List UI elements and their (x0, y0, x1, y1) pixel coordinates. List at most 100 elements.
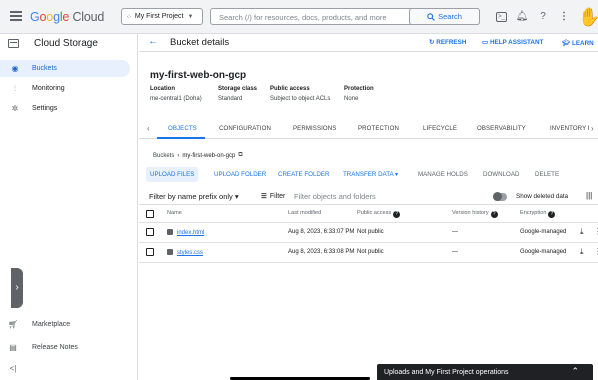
chevron-left-icon[interactable]: ‹ (147, 124, 150, 133)
top-bar: Google Cloud ⁘ My First Project ▼ Search… (0, 0, 598, 34)
select-all-checkbox[interactable] (146, 210, 154, 218)
chevron-right-icon[interactable]: › (591, 124, 594, 133)
search-button[interactable]: Search (409, 8, 480, 25)
chevron-up-icon[interactable]: ⌃ (571, 366, 579, 377)
storage-icon (8, 38, 19, 48)
filter-button[interactable]: ☰ Filter (261, 192, 285, 201)
table-row[interactable]: styles.css Aug 8, 2023, 6:33:08 PM Not p… (139, 243, 598, 263)
main-content: ← Bucket details ↻ REFRESH ▭ HELP ASSISTAN… (139, 34, 598, 380)
row-checkbox[interactable] (146, 248, 154, 256)
file-name-cell: styles.css (167, 249, 203, 256)
collapse-menu-button[interactable]: <| (0, 359, 138, 377)
help-icon[interactable]: ? (548, 211, 556, 218)
file-icon (167, 249, 173, 255)
transfer-data-button[interactable]: TRANSFER DATA ▾ (343, 171, 398, 178)
action-bar: UPLOAD FILES UPLOAD FOLDER CREATE FOLDER… (139, 167, 598, 182)
row-checkbox[interactable] (146, 228, 154, 236)
filter-bar: Filter by name prefix only ▾ ☰ Filter Fil… (139, 189, 598, 205)
sidebar-item-buckets[interactable]: ◉ Buckets (0, 60, 130, 77)
project-name: My First Project (134, 13, 184, 20)
tab-bar: ‹ OBJECTS CONFIGURATION PERMISSIONS PROT… (139, 120, 598, 139)
bucket-icon: ◉ (11, 64, 19, 73)
marketplace-icon: 🛒︎ (8, 319, 19, 329)
operations-panel-bar[interactable]: Uploads and My First Project operations … (377, 364, 593, 380)
col-name[interactable]: Name (167, 210, 182, 216)
upload-folder-button[interactable]: UPLOAD FOLDER (214, 171, 266, 178)
collapse-icon: <| (9, 363, 17, 373)
delete-button[interactable]: DELETE (535, 171, 559, 178)
chevron-right-icon: › (177, 152, 180, 159)
col-encryption[interactable]: Encryption? (520, 210, 556, 218)
tab-inventory[interactable]: INVENTORY I (550, 125, 590, 132)
info-public-access: Public access Subject to object ACLs (270, 86, 331, 102)
file-link[interactable]: index.html (177, 230, 204, 236)
table-row[interactable]: index.html Aug 8, 2023, 6:33:07 PM Not p… (139, 223, 598, 243)
file-icon (167, 229, 173, 235)
active-tab-indicator (157, 137, 205, 139)
create-folder-button[interactable]: CREATE FOLDER (278, 171, 329, 178)
help-assistant-button[interactable]: ▭ HELP ASSISTANT (482, 39, 543, 46)
sidebar-item-settings[interactable]: ✲ Settings (0, 100, 138, 117)
cloud-shell-icon[interactable]: >_ (496, 12, 507, 22)
file-name-cell: index.html (167, 229, 204, 236)
tab-protection[interactable]: PROTECTION (358, 125, 399, 132)
help-icon[interactable]: ? (536, 10, 550, 24)
col-public-access[interactable]: Public access? (357, 210, 401, 218)
upload-files-button[interactable]: UPLOAD FILES (146, 167, 199, 182)
search-placeholder: Search (/) for resources, docs, products… (219, 13, 387, 22)
show-deleted-label: Show deleted data (516, 193, 569, 200)
refresh-icon: ↻ (429, 39, 435, 46)
file-link[interactable]: styles.css (177, 250, 203, 256)
back-arrow-icon[interactable]: ← (148, 36, 158, 47)
col-version-history[interactable]: Version history? (452, 210, 498, 218)
copy-icon[interactable]: ⧉ (238, 152, 242, 159)
tab-lifecycle[interactable]: LIFECYCLE (423, 125, 457, 132)
avatar[interactable]: ✋ (578, 5, 598, 29)
sidebar-item-marketplace[interactable]: 🛒︎ Marketplace (0, 315, 138, 333)
density-icon[interactable]: ||| (586, 191, 592, 200)
bucket-name: my-first-web-on-gcp (150, 70, 247, 81)
tab-permissions[interactable]: PERMISSIONS (293, 125, 336, 132)
monitoring-icon: ⫶ (14, 83, 16, 93)
project-icon: ⁘ (126, 13, 132, 21)
left-nav: Cloud Storage ◉ Buckets ⫶ Monitoring ✲ S… (0, 34, 138, 380)
more-vert-icon[interactable]: ⋮ (594, 247, 598, 256)
manage-holds-button[interactable]: MANAGE HOLDS (418, 171, 468, 178)
download-icon[interactable]: ⤓ (580, 227, 584, 237)
filter-input[interactable]: Filter objects and folders (294, 192, 376, 201)
breadcrumb-buckets[interactable]: Buckets (153, 153, 174, 159)
nav-title: Cloud Storage (34, 37, 98, 49)
download-button[interactable]: DOWNLOAD (483, 171, 519, 178)
refresh-button[interactable]: ↻ REFRESH (429, 39, 466, 46)
learn-button[interactable]: 🎓︎ LEARN (562, 39, 594, 48)
info-storage-class: Storage class Standard (218, 86, 258, 102)
sidebar-item-monitoring[interactable]: ⫶ Monitoring (0, 80, 138, 97)
filter-mode-select[interactable]: Filter by name prefix only ▾ (149, 192, 239, 201)
caret-down-icon: ▼ (187, 13, 194, 20)
google-cloud-logo[interactable]: Google Cloud (30, 10, 104, 24)
col-last-modified[interactable]: Last modified (288, 210, 321, 216)
more-vert-icon[interactable]: ⋮ (594, 227, 598, 236)
breadcrumb-current: my-first-web-on-gcp (182, 152, 236, 159)
help-icon[interactable]: ? (490, 211, 498, 218)
help-icon[interactable]: ? (393, 211, 401, 218)
breadcrumb: Buckets › my-first-web-on-gcp ⧉ (153, 152, 243, 159)
release-notes-icon: ▤ (9, 342, 17, 352)
project-selector[interactable]: ⁘ My First Project ▼ (121, 8, 203, 25)
sidebar-item-release-notes[interactable]: ▤ Release Notes (0, 338, 138, 356)
menu-icon[interactable] (10, 11, 22, 21)
bell-icon[interactable]: 🔔︎ (515, 10, 529, 24)
collapse-nav-handle[interactable]: › (11, 268, 23, 308)
page-title: Bucket details (170, 37, 230, 48)
assistant-icon: ▭ (482, 39, 488, 46)
tab-objects[interactable]: OBJECTS (168, 125, 197, 132)
download-icon[interactable]: ⤓ (580, 247, 584, 257)
info-location: Location me-central1 (Doha) (150, 86, 202, 102)
tab-observability[interactable]: OBSERVABILITY (477, 125, 526, 132)
info-protection: Protection None (344, 86, 374, 102)
filter-icon: ☰ (261, 193, 267, 200)
page-header: ← Bucket details ↻ REFRESH ▭ HELP ASSISTAN… (139, 34, 598, 52)
show-deleted-toggle[interactable] (493, 192, 507, 201)
more-vert-icon[interactable]: ⋮ (557, 10, 571, 24)
tab-configuration[interactable]: CONFIGURATION (219, 125, 271, 132)
